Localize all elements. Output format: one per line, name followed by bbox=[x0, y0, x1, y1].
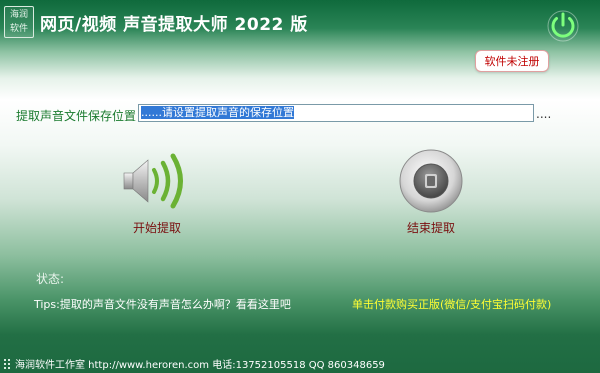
status-label: 状态: bbox=[36, 272, 65, 286]
app-title: 网页/视频 声音提取大师 2022 版 bbox=[40, 15, 308, 35]
logo-line-1: 海润 bbox=[9, 10, 28, 20]
tips-link[interactable]: Tips:提取的声音文件没有声音怎么办啊？看看这里吧 bbox=[34, 296, 291, 312]
browse-button[interactable]: .... bbox=[536, 107, 551, 121]
start-extract-label[interactable]: 开始提取 bbox=[133, 219, 181, 236]
logo-line-2: 软件 bbox=[9, 24, 28, 34]
main-window: 海润 软件 网页/视频 声音提取大师 2022 版 软件未注册 提取声音文件保存… bbox=[0, 0, 600, 373]
save-location-value: ......请设置提取声音的保存位置 bbox=[141, 106, 294, 119]
speaker-icon[interactable] bbox=[118, 150, 202, 212]
footer-info: 海润软件工作室 http://www.heroren.com 电话:137521… bbox=[15, 360, 385, 371]
register-button[interactable]: 软件未注册 bbox=[475, 50, 549, 72]
stop-extract-label[interactable]: 结束提取 bbox=[407, 219, 455, 236]
stop-icon[interactable] bbox=[398, 148, 464, 214]
grip-icon bbox=[4, 358, 10, 369]
footer-bar: 海润软件工作室 http://www.heroren.com 电话:137521… bbox=[3, 356, 385, 371]
buy-link[interactable]: 单击付款购买正版(微信/支付宝扫码付款) bbox=[352, 296, 551, 312]
app-logo: 海润 软件 bbox=[4, 6, 34, 38]
save-location-input[interactable]: ......请设置提取声音的保存位置 bbox=[138, 104, 534, 122]
power-icon[interactable] bbox=[546, 9, 580, 43]
save-location-label: 提取声音文件保存位置 bbox=[16, 109, 137, 123]
